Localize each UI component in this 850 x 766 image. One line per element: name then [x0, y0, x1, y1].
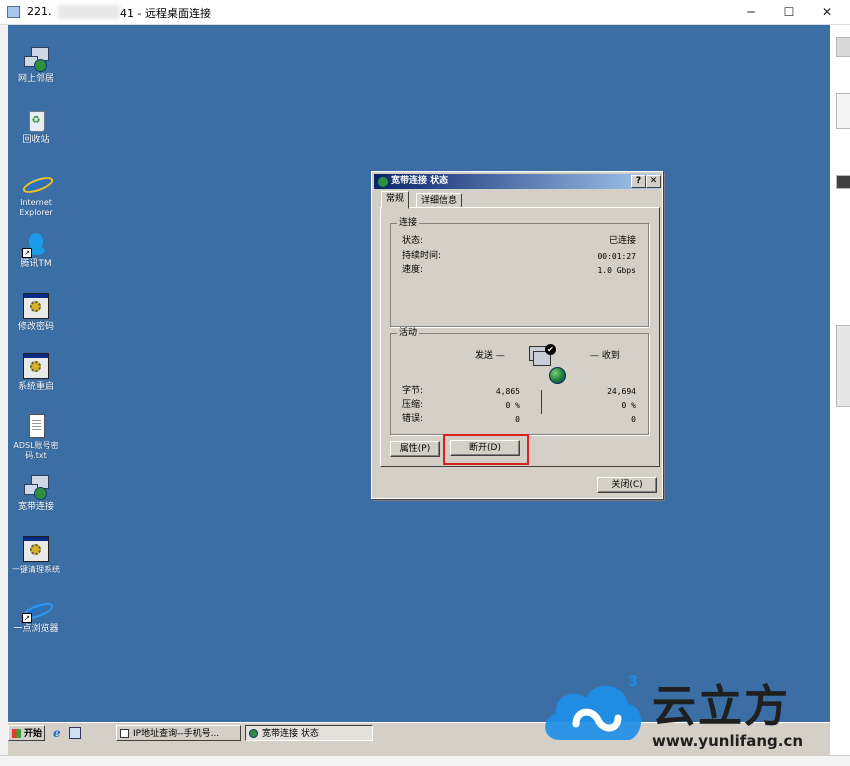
duration-value: 00:01:27: [597, 252, 636, 261]
close-window-button[interactable]: ✕: [808, 0, 846, 24]
maximize-button[interactable]: ☐: [770, 0, 808, 24]
internet-explorer-icon: e: [20, 171, 56, 197]
dialog-title: 宽带连接 状态: [391, 176, 449, 186]
disconnect-button[interactable]: 断开(D): [450, 440, 520, 456]
desktop-icon-yidian-browser[interactable]: e ↗ 一点浏览器: [8, 597, 64, 635]
help-button[interactable]: ?: [631, 175, 646, 188]
window-title: 41 - 远程桌面连接: [120, 7, 211, 20]
compression-label: 压缩:: [402, 400, 424, 410]
close-dialog-button[interactable]: 关闭(C): [597, 477, 657, 493]
desktop-icon-internet-explorer[interactable]: e Internet Explorer: [8, 171, 64, 218]
start-button[interactable]: 开始: [8, 725, 45, 741]
redacted-ip-area: [58, 5, 120, 19]
document-icon: [120, 729, 129, 738]
desktop-icon-network-neighborhood[interactable]: 网上邻居: [8, 47, 64, 85]
recycle-bin-icon: ♻: [24, 108, 48, 132]
status-value: 已连接: [608, 236, 636, 246]
bytes-label: 字节:: [402, 386, 424, 396]
dialog-titlebar: 宽带连接 状态 ? ✕: [374, 174, 661, 189]
text-file-icon: [24, 414, 48, 438]
background-window-fragment: [836, 175, 850, 189]
desktop-icon-change-password[interactable]: 修改密码: [8, 293, 64, 333]
broadband-connection-icon: [24, 475, 49, 500]
background-window-left-edge: [0, 25, 8, 765]
desktop-icon-label: ADSL账号密码.txt: [13, 441, 59, 460]
tencent-tm-icon: ↗: [22, 232, 48, 258]
desktop-icon-label: 一键清理系统: [12, 565, 60, 574]
broadband-status-dialog: 宽带连接 状态 ? ✕ 常规 详细信息 连接 状态: 已连接 持续时间: 00:…: [371, 171, 663, 499]
desktop-icon-label: 修改密码: [17, 322, 54, 332]
bytes-received-value: 24,694: [607, 387, 636, 396]
desktop-icon-label: 腾讯TM: [20, 259, 52, 269]
minimize-button[interactable]: ─: [732, 0, 770, 24]
connection-globe-icon: [249, 729, 258, 738]
bytes-sent-value: 4,865: [495, 387, 520, 396]
desktop-icon-broadband-connection[interactable]: 宽带连接: [8, 475, 64, 513]
background-window-right-edge: [830, 25, 850, 765]
windows-flag-icon: [12, 729, 21, 738]
yunlifang-watermark: 3 云立方 www.yunlifang.cn: [540, 670, 830, 760]
desktop-icon-label: 网上邻居: [17, 74, 54, 84]
activity-group-label: 活动: [397, 328, 420, 339]
window-title-prefix: 221.: [27, 5, 52, 18]
speed-label: 速度:: [402, 265, 424, 275]
connection-group: 连接 状态: 已连接 持续时间: 00:01:27 速度: 1.0 Gbps: [390, 218, 649, 327]
errors-sent-value: 0: [515, 415, 520, 424]
activity-group: 活动 发送 — — 收到 ✔ 字节: 4,865 24,694 压缩: 0 % …: [390, 328, 649, 435]
compression-received-value: 0 %: [621, 401, 636, 410]
background-window-fragment: [836, 93, 850, 129]
watermark-brand: 云立方: [652, 681, 790, 732]
taskbar-item-label: IP地址查询--手机号...: [133, 729, 220, 739]
background-window-fragment: [836, 325, 850, 407]
taskbar-item-label: 宽带连接 状态: [262, 729, 319, 739]
watermark-superscript: 3: [628, 674, 638, 690]
errors-received-value: 0: [631, 415, 636, 424]
connection-globe-icon: [377, 176, 389, 188]
yunlifang-cloud-logo-icon: 3: [545, 674, 642, 740]
properties-button[interactable]: 属性(P): [390, 441, 440, 457]
taskbar-item-ip-lookup[interactable]: IP地址查询--手机号...: [116, 725, 241, 741]
system-restart-app-icon: [23, 353, 49, 379]
activity-divider: [541, 390, 542, 414]
desktop-icon-one-click-cleanup[interactable]: 一键清理系统: [8, 536, 64, 575]
shortcut-arrow-icon: ↗: [22, 613, 32, 623]
taskbar-item-broadband-status[interactable]: 宽带连接 状态: [245, 725, 373, 741]
compression-sent-value: 0 %: [505, 401, 520, 410]
one-click-cleanup-app-icon: [23, 536, 49, 562]
desktop-icon-label: 宽带连接: [17, 502, 54, 512]
network-neighborhood-icon: [24, 47, 49, 72]
desktop-icon-label: 一点浏览器: [13, 624, 59, 634]
speed-value: 1.0 Gbps: [597, 266, 636, 275]
change-password-app-icon: [23, 293, 49, 319]
dialog-close-button[interactable]: ✕: [646, 175, 661, 188]
start-button-label: 开始: [23, 729, 42, 739]
errors-label: 错误:: [402, 414, 424, 424]
duration-label: 持续时间:: [402, 251, 442, 261]
desktop-icon-recycle-bin[interactable]: ♻ 回收站: [8, 108, 64, 146]
checkmark-icon: ✔: [545, 344, 556, 355]
quick-launch-ie-icon[interactable]: e: [53, 727, 65, 739]
desktop-icon-tencent-tm[interactable]: ↗ 腾讯TM: [8, 232, 64, 270]
desktop-icon-system-restart[interactable]: 系统重启: [8, 353, 64, 393]
general-tab-panel: 连接 状态: 已连接 持续时间: 00:01:27 速度: 1.0 Gbps 活…: [380, 207, 660, 467]
connection-group-label: 连接: [397, 218, 420, 229]
watermark-url: www.yunlifang.cn: [652, 732, 804, 750]
desktop-icon-label: 系统重启: [17, 382, 54, 392]
status-label: 状态:: [402, 236, 424, 246]
yidian-browser-icon: e ↗: [20, 597, 56, 623]
background-window-fragment: [836, 37, 850, 57]
received-label: — 收到: [590, 351, 620, 361]
quick-launch-show-desktop-icon[interactable]: [69, 727, 81, 739]
shortcut-arrow-icon: ↗: [22, 248, 32, 258]
remote-desktop: 网上邻居 ♻ 回收站 e Internet Explorer ↗ 腾讯TM 修改…: [8, 25, 830, 722]
internet-globe-icon: [549, 367, 566, 384]
desktop-icon-label: Internet Explorer: [19, 198, 53, 217]
remote-desktop-icon: [7, 6, 20, 18]
tab-general[interactable]: 常规: [381, 191, 410, 209]
desktop-icon-label: 回收站: [22, 135, 50, 145]
desktop-icon-adsl-txt[interactable]: ADSL账号密码.txt: [8, 414, 64, 461]
sent-label: 发送 —: [475, 351, 505, 361]
rdp-window-titlebar: 221. 41 - 远程桌面连接 ─ ☐ ✕: [0, 0, 850, 25]
